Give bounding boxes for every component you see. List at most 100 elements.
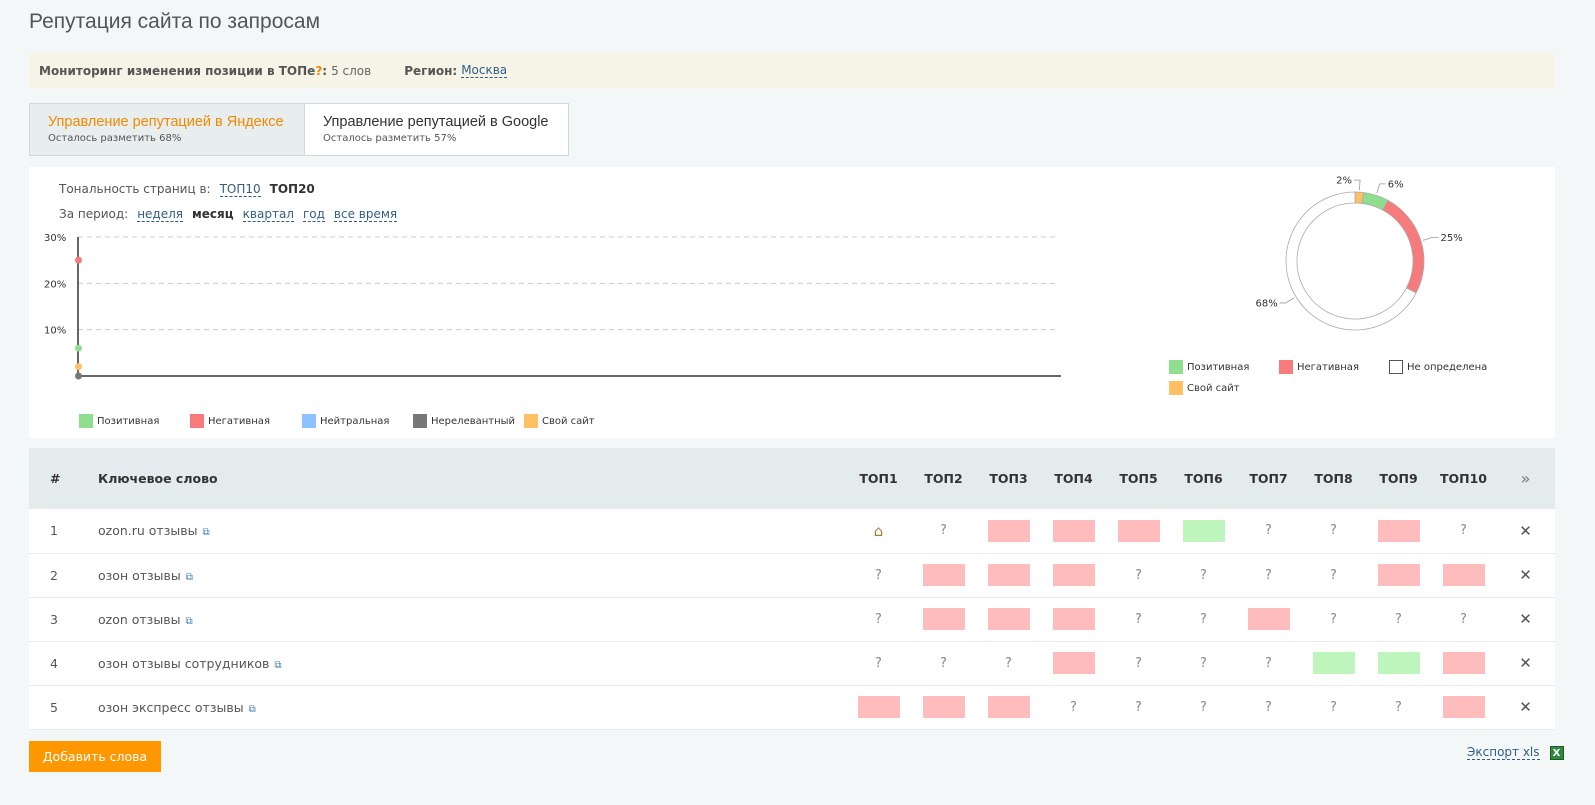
unknown-tone-mark[interactable]: ? [940,523,947,538]
top-position-cell[interactable]: ⌂ [846,509,911,553]
unknown-tone-mark[interactable]: ? [1135,656,1142,671]
negative-marker[interactable] [1052,564,1095,586]
top-position-cell[interactable] [1431,641,1496,685]
top-position-cell[interactable]: ? [1301,685,1366,729]
top-position-cell[interactable] [976,509,1041,553]
region-link[interactable]: Москва [461,63,508,78]
tone-option-top10[interactable]: ТОП10 [219,182,261,197]
top-position-cell[interactable] [1041,509,1106,553]
top-position-cell[interactable]: ? [1106,553,1171,597]
negative-marker[interactable] [987,519,1030,542]
unknown-tone-mark[interactable]: ? [1330,612,1337,627]
top-position-cell[interactable] [976,685,1041,729]
top-position-cell[interactable] [1106,509,1171,553]
top-position-cell[interactable]: ? [1106,597,1171,641]
delete-keyword-icon[interactable]: ✕ [1496,509,1555,553]
top-position-cell[interactable]: ? [1431,597,1496,641]
top-position-cell[interactable] [1041,597,1106,641]
delete-keyword-icon[interactable]: ✕ [1496,685,1555,729]
unknown-tone-mark[interactable]: ? [1265,523,1272,538]
negative-marker[interactable] [987,696,1030,718]
unknown-tone-mark[interactable]: ? [1330,700,1337,715]
negative-marker[interactable] [1377,519,1420,542]
top-position-cell[interactable]: ? [976,641,1041,685]
top-position-cell[interactable] [976,553,1041,597]
unknown-tone-mark[interactable]: ? [1200,656,1207,671]
period-option-all-time[interactable]: все время [333,207,398,222]
negative-marker[interactable] [987,564,1030,586]
negative-marker[interactable] [1052,652,1095,674]
top-position-cell[interactable] [846,685,911,729]
delete-keyword-icon[interactable]: ✕ [1496,597,1555,641]
top-position-cell[interactable]: ? [1171,597,1236,641]
top-position-cell[interactable]: ? [1236,685,1301,729]
top-position-cell[interactable]: ? [1171,685,1236,729]
unknown-tone-mark[interactable]: ? [1460,523,1467,538]
top-position-cell[interactable]: ? [1301,553,1366,597]
top-position-cell[interactable] [911,597,976,641]
top-position-cell[interactable]: ? [1106,685,1171,729]
delete-keyword-icon[interactable]: ✕ [1496,553,1555,597]
top-position-cell[interactable]: ? [911,641,976,685]
negative-marker[interactable] [1377,564,1420,586]
negative-marker[interactable] [922,564,965,586]
external-link-icon[interactable]: ⧉ [186,572,193,583]
unknown-tone-mark[interactable]: ? [1330,523,1337,538]
period-option-year[interactable]: год [302,207,325,222]
top-position-cell[interactable]: ? [1171,553,1236,597]
data-point[interactable] [75,256,82,264]
top-position-cell[interactable] [911,553,976,597]
external-link-icon[interactable]: ⧉ [202,527,209,538]
unknown-tone-mark[interactable]: ? [875,612,882,627]
export-xls[interactable]: Экспорт xls X [1467,745,1564,760]
top-position-cell[interactable]: ? [1236,509,1301,553]
negative-marker[interactable] [1052,608,1095,630]
unknown-tone-mark[interactable]: ? [1005,656,1012,671]
data-point[interactable] [75,372,82,380]
top-position-cell[interactable]: ? [1366,597,1431,641]
negative-marker[interactable] [1052,519,1095,542]
unknown-tone-mark[interactable]: ? [1265,700,1272,715]
negative-marker[interactable] [1442,696,1485,718]
period-option-month[interactable]: месяц [192,207,234,221]
unknown-tone-mark[interactable]: ? [1135,612,1142,627]
positive-marker[interactable] [1182,519,1225,542]
help-icon[interactable]: ? [315,64,322,78]
top-position-cell[interactable]: ? [846,597,911,641]
external-link-icon[interactable]: ⧉ [249,704,256,715]
external-link-icon[interactable]: ⧉ [185,616,192,627]
top-position-cell[interactable] [911,685,976,729]
top-position-cell[interactable] [1301,641,1366,685]
negative-marker[interactable] [922,696,965,718]
top-position-cell[interactable] [1366,509,1431,553]
unknown-tone-mark[interactable]: ? [1135,568,1142,583]
negative-marker[interactable] [922,608,965,630]
unknown-tone-mark[interactable]: ? [1330,568,1337,583]
tone-option-top20[interactable]: ТОП20 [270,182,315,196]
top-position-cell[interactable]: ? [1041,685,1106,729]
delete-keyword-icon[interactable]: ✕ [1496,641,1555,685]
donut-slice[interactable] [1382,199,1425,294]
data-point[interactable] [75,363,82,371]
unknown-tone-mark[interactable]: ? [1070,700,1077,715]
top-position-cell[interactable] [1041,553,1106,597]
tab-yandex[interactable]: Управление репутацией в Яндексе Осталось… [29,103,305,156]
top-position-cell[interactable] [1431,553,1496,597]
excel-icon[interactable]: X [1549,745,1564,760]
negative-marker[interactable] [1442,652,1485,674]
top-position-cell[interactable]: ? [1236,641,1301,685]
positive-marker[interactable] [1377,652,1420,674]
top-position-cell[interactable]: ? [1431,509,1496,553]
top-position-cell[interactable] [1431,685,1496,729]
top-position-cell[interactable] [1366,641,1431,685]
expand-columns-button[interactable]: » [1496,448,1555,509]
unknown-tone-mark[interactable]: ? [1135,700,1142,715]
negative-marker[interactable] [1442,564,1485,586]
unknown-tone-mark[interactable]: ? [1200,568,1207,583]
period-option-quarter[interactable]: квартал [242,207,294,222]
external-link-icon[interactable]: ⧉ [274,660,281,671]
top-position-cell[interactable] [976,597,1041,641]
top-position-cell[interactable] [1171,509,1236,553]
negative-marker[interactable] [1247,608,1290,630]
unknown-tone-mark[interactable]: ? [1265,568,1272,583]
